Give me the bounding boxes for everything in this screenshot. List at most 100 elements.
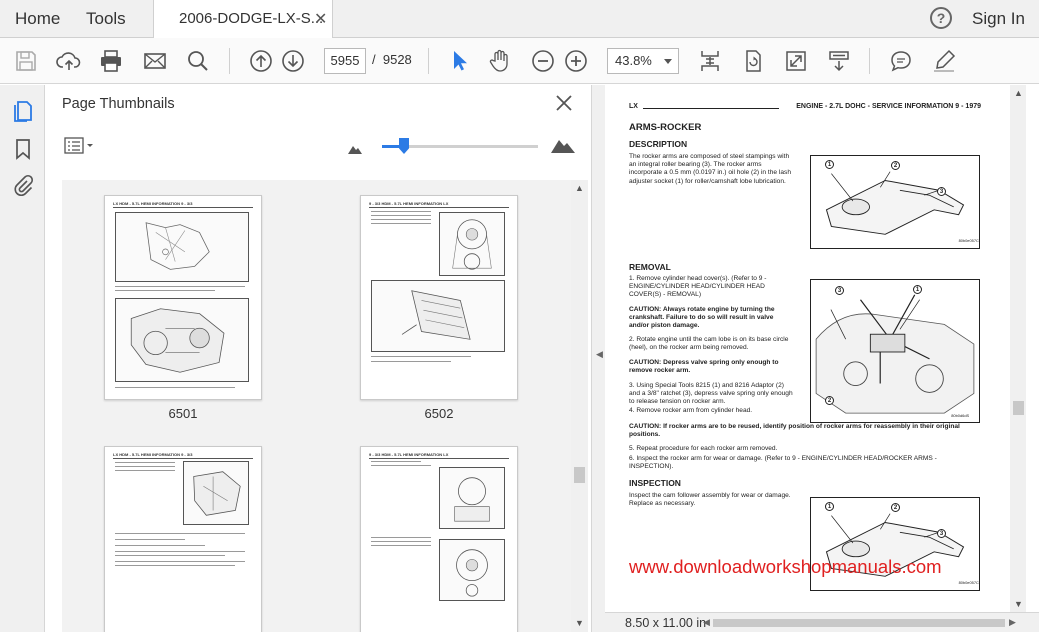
removal-step-6: 6. Inspect the rocker arm for wear or da… [629, 455, 937, 471]
page-number-input[interactable]: 5955 [324, 48, 366, 74]
removal-step-2: 2. Rotate engine until the cam lobe is o… [629, 336, 789, 352]
document-view: LX ENGINE - 2.7L DOHC - SERVICE INFORMAT… [605, 85, 1025, 612]
page-thumbnail[interactable]: 9 - 3/3 HDM - 5.7L HEMI INFORMATION LX [360, 195, 518, 400]
next-page-icon[interactable] [280, 48, 306, 74]
panel-splitter[interactable]: ◀ [591, 85, 605, 632]
thumbnail-figure [439, 212, 505, 276]
search-icon[interactable] [185, 48, 211, 74]
sign-in-link[interactable]: Sign In [972, 9, 1025, 29]
bookmark-icon[interactable] [12, 137, 34, 161]
callout-2: 2 [825, 396, 834, 405]
inspection-heading: INSPECTION [629, 478, 681, 488]
callout-2: 2 [891, 503, 900, 512]
prev-page-icon[interactable] [248, 48, 274, 74]
fullscreen-icon[interactable] [783, 48, 809, 74]
thumbnail-figure [183, 461, 249, 525]
callout-1: 1 [825, 160, 834, 169]
email-icon[interactable] [142, 48, 168, 74]
rotate-icon[interactable] [740, 48, 766, 74]
panel-title: Page Thumbnails [62, 96, 175, 112]
save-icon[interactable] [13, 48, 39, 74]
tab-close-icon[interactable]: ✕ [314, 9, 327, 29]
removal-step-5: 5. Repeat procedure for each rocker arm … [629, 445, 778, 452]
toolbar-separator [428, 48, 429, 74]
callout-2: 2 [891, 161, 900, 170]
header-left: LX [629, 103, 638, 110]
thumbnail-header: LX HDM - 5.7L HEMI INFORMATION 9 - 3/3 [113, 201, 253, 208]
thumbnail-figure [439, 539, 505, 601]
cloud-upload-icon[interactable] [56, 48, 82, 74]
attachment-icon[interactable] [12, 173, 34, 197]
document-scrollbar[interactable]: ▲ ▼ [1010, 85, 1026, 612]
callout-1: 1 [825, 502, 834, 511]
thumbnail-header: 9 - 3/3 HDM - 5.7L HEMI INFORMATION LX [369, 452, 509, 459]
zoom-level-value: 43.8% [615, 53, 652, 68]
close-icon[interactable] [555, 94, 573, 112]
slider-handle[interactable] [399, 138, 409, 154]
thumbnail-header: 9 - 3/3 HDM - 5.7L HEMI INFORMATION LX [369, 201, 509, 208]
removal-step-3: 3. Using Special Tools 8215 (1) and 8216… [629, 382, 793, 406]
zoom-level-select[interactable]: 43.8% [607, 48, 679, 74]
zoom-in-thumbnails-icon[interactable] [551, 137, 575, 158]
menu-tools[interactable]: Tools [86, 9, 126, 29]
thumbnail-list: LX HDM - 5.7L HEMI INFORMATION 9 - 3/3 6… [62, 180, 571, 632]
collapse-panel-icon[interactable]: ◀ [596, 349, 603, 360]
figure-code: 80b0d6dS [951, 413, 969, 418]
left-navigation-rail [0, 85, 45, 632]
horizontal-scrollbar[interactable]: ◀ ▶ [703, 617, 1016, 629]
help-icon[interactable]: ? [930, 7, 952, 29]
scroll-up-icon[interactable]: ▲ [1014, 88, 1023, 98]
thumbnail-figure [439, 467, 505, 529]
thumbnails-icon[interactable] [12, 99, 34, 123]
page-thumbnail[interactable]: LX HDM - 5.7L HEMI INFORMATION 9 - 3/3 [104, 195, 262, 400]
zoom-out-icon[interactable] [530, 48, 556, 74]
zoom-out-thumbnails-icon[interactable] [348, 141, 362, 159]
toolbar: 5955 / 9528 43.8% [0, 38, 1039, 84]
page-thumbnail[interactable]: 9 - 3/3 HDM - 5.7L HEMI INFORMATION LX [360, 446, 518, 632]
thumbnail-figure [371, 280, 505, 352]
hand-icon[interactable] [487, 48, 513, 74]
callout-1: 1 [913, 285, 922, 294]
scrollbar-thumb[interactable] [1013, 401, 1024, 415]
print-icon[interactable] [98, 48, 124, 74]
scroll-left-icon[interactable]: ◀ [703, 617, 710, 628]
fit-page-icon[interactable] [697, 48, 723, 74]
page-thumbnails-panel: Page Thumbnails LX HDM - 5.7L HEMI INFOR… [46, 85, 591, 632]
thumbnail-scrollbar[interactable]: ▲ ▼ [571, 180, 588, 632]
status-bar: 8.50 x 11.00 in ◀ ▶ [605, 612, 1039, 632]
menu-home[interactable]: Home [15, 9, 60, 29]
inspection-text: Inspect the cam follower assembly for we… [629, 492, 791, 508]
zoom-in-icon[interactable] [563, 48, 589, 74]
thumbnail-header: LX HDM - 5.7L HEMI INFORMATION 9 - 3/3 [113, 452, 253, 459]
scroll-mode-icon[interactable] [826, 48, 852, 74]
page-size: 8.50 x 11.00 in [625, 616, 707, 630]
select-cursor-icon[interactable] [446, 48, 472, 74]
top-bar: Home Tools 2006-DODGE-LX-S... ✕ ? Sign I… [0, 0, 1039, 38]
scroll-down-icon[interactable]: ▼ [1014, 599, 1023, 609]
thumbnail-options-icon[interactable] [64, 137, 96, 155]
rocker-arm-figure: 80b0e057C 1 2 3 [810, 155, 980, 249]
thumbnail-size-slider[interactable] [382, 138, 538, 154]
comment-icon[interactable] [888, 48, 914, 74]
header-right: ENGINE - 2.7L DOHC - SERVICE INFORMATION… [796, 103, 981, 110]
removal-heading: REMOVAL [629, 262, 671, 272]
chevron-down-icon [664, 59, 672, 64]
removal-step-4: 4. Remove rocker arm from cylinder head. [629, 407, 753, 414]
scrollbar-thumb[interactable] [574, 467, 585, 483]
toolbar-separator [869, 48, 870, 74]
section-title: ARMS-ROCKER [629, 122, 702, 133]
scroll-up-icon[interactable]: ▲ [575, 183, 584, 193]
watermark-text: www.downloadworkshopmanuals.com [629, 556, 942, 577]
thumbnail-figure [115, 212, 249, 282]
scrollbar-thumb[interactable] [713, 619, 1005, 627]
scroll-down-icon[interactable]: ▼ [575, 618, 584, 628]
page-thumbnail[interactable]: LX HDM - 5.7L HEMI INFORMATION 9 - 3/3 [104, 446, 262, 632]
highlight-icon[interactable] [931, 48, 957, 74]
page-total: / 9528 [372, 52, 412, 67]
removal-step-1: 1. Remove cylinder head cover(s). (Refer… [629, 275, 767, 299]
removal-figure: 80b0d6dS 3 1 2 [810, 279, 980, 423]
figure-code: 80b0e057C [959, 238, 979, 243]
thumbnail-figure [115, 298, 249, 382]
scroll-right-icon[interactable]: ▶ [1009, 617, 1016, 628]
document-tab[interactable]: 2006-DODGE-LX-S... ✕ [153, 0, 333, 38]
